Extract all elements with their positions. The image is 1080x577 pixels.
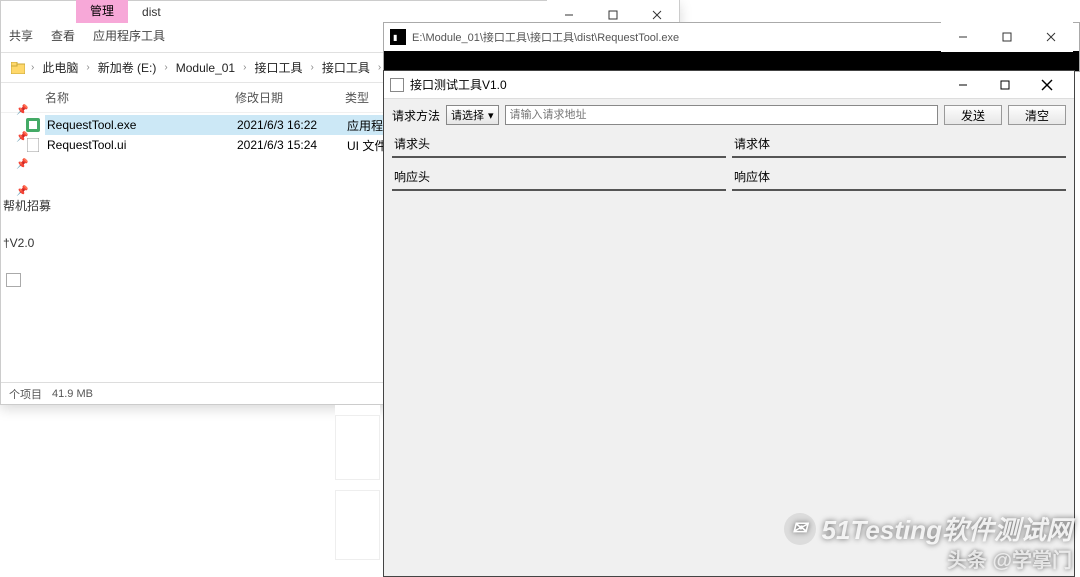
cmd-window: ▮ E:\Module_01\接口工具\接口工具\dist\RequestToo… [383, 22, 1080, 72]
close-button[interactable] [1026, 72, 1068, 98]
tool-title-text: 接口测试工具V1.0 [410, 76, 507, 93]
watermark-text-1: 51Testing软件测试网 [822, 510, 1072, 547]
window-icon [390, 78, 404, 92]
method-select-text: 请选择 [451, 107, 484, 123]
send-button[interactable]: 发送 [944, 105, 1002, 125]
sidebar-items: 帮机招募 †V2.0 [1, 191, 61, 256]
watermark-1: ✉ 51Testing软件测试网 [784, 510, 1072, 547]
method-select[interactable]: 请选择 ▾ [446, 105, 499, 125]
watermark-2: 头条 @学掌门 [947, 544, 1072, 573]
response-body-box[interactable] [732, 189, 1066, 191]
maximize-button[interactable] [985, 22, 1029, 52]
file-name: RequestTool.ui [47, 138, 237, 152]
ribbon-share[interactable]: 共享 [9, 27, 33, 44]
chevron-down-icon: ▾ [488, 109, 494, 122]
column-date[interactable]: 修改日期 [235, 89, 345, 106]
background-block [335, 415, 380, 480]
response-header-box[interactable] [392, 189, 726, 191]
breadcrumb-item[interactable]: Module_01 [172, 59, 239, 77]
minimize-button[interactable] [942, 72, 984, 98]
method-label: 请求方法 [392, 107, 440, 124]
close-button[interactable] [1029, 22, 1073, 52]
request-panels: 请求头 请求体 [392, 131, 1066, 158]
cmd-body [384, 51, 1079, 71]
folder-icon [9, 59, 27, 77]
response-body-label: 响应体 [734, 168, 1064, 185]
chevron-right-icon: › [243, 62, 246, 73]
tool-body: 请求方法 请选择 ▾ 发送 清空 请求头 请求体 响应头 [384, 99, 1074, 576]
cmd-title-text: E:\Module_01\接口工具\接口工具\dist\RequestTool.… [412, 29, 679, 45]
request-body-label: 请求体 [734, 135, 1064, 152]
request-row: 请求方法 请选择 ▾ 发送 清空 [392, 105, 1066, 125]
request-header-box[interactable] [392, 156, 726, 158]
breadcrumb-item[interactable]: 此电脑 [38, 57, 82, 78]
maximize-button[interactable] [984, 72, 1026, 98]
status-size: 41.9 MB [52, 388, 93, 400]
chevron-right-icon: › [164, 62, 167, 73]
file-date: 2021/6/3 15:24 [237, 138, 347, 152]
request-body-box[interactable] [732, 156, 1066, 158]
minimize-button[interactable] [941, 22, 985, 52]
response-header-label: 响应头 [394, 168, 724, 185]
ribbon-context-tab[interactable]: dist [128, 1, 175, 23]
pin-icon: 📌 [16, 159, 28, 170]
url-input[interactable] [505, 105, 938, 125]
column-name[interactable]: 名称 [45, 89, 235, 106]
pin-icon: 📌 [16, 105, 28, 116]
breadcrumb-item[interactable]: 接口工具 [318, 57, 374, 78]
ribbon-view[interactable]: 查看 [51, 27, 75, 44]
chevron-right-icon: › [86, 62, 89, 73]
svg-text:▮: ▮ [393, 33, 397, 42]
chevron-right-icon: › [310, 62, 313, 73]
wechat-icon: ✉ [784, 513, 816, 545]
sidebar-placeholder [6, 273, 21, 287]
file-name: RequestTool.exe [47, 118, 237, 132]
tool-window: 接口测试工具V1.0 请求方法 请选择 ▾ 发送 清空 请求头 请求体 [383, 70, 1075, 577]
breadcrumb-item[interactable]: 接口工具 [250, 57, 306, 78]
breadcrumb-item[interactable]: 新加卷 (E:) [94, 57, 161, 78]
tool-titlebar[interactable]: 接口测试工具V1.0 [384, 71, 1074, 99]
sidebar-item[interactable]: †V2.0 [3, 236, 59, 250]
cmd-titlebar[interactable]: ▮ E:\Module_01\接口工具\接口工具\dist\RequestToo… [384, 23, 1079, 51]
cmd-icon: ▮ [390, 29, 406, 45]
sidebar-item[interactable]: 帮机招募 [3, 197, 59, 214]
pin-column: 📌 📌 📌 📌 [16, 105, 28, 197]
ribbon-manage-tab[interactable]: 管理 [76, 0, 128, 23]
request-header-label: 请求头 [394, 135, 724, 152]
chevron-right-icon: › [31, 62, 34, 73]
response-panels: 响应头 响应体 [392, 164, 1066, 191]
pin-icon: 📌 [16, 132, 28, 143]
clear-button[interactable]: 清空 [1008, 105, 1066, 125]
background-block [335, 490, 380, 560]
file-date: 2021/6/3 16:22 [237, 118, 347, 132]
chevron-right-icon: › [378, 62, 381, 73]
status-count: 个项目 [9, 386, 42, 402]
ribbon-app-tools[interactable]: 应用程序工具 [93, 27, 165, 44]
